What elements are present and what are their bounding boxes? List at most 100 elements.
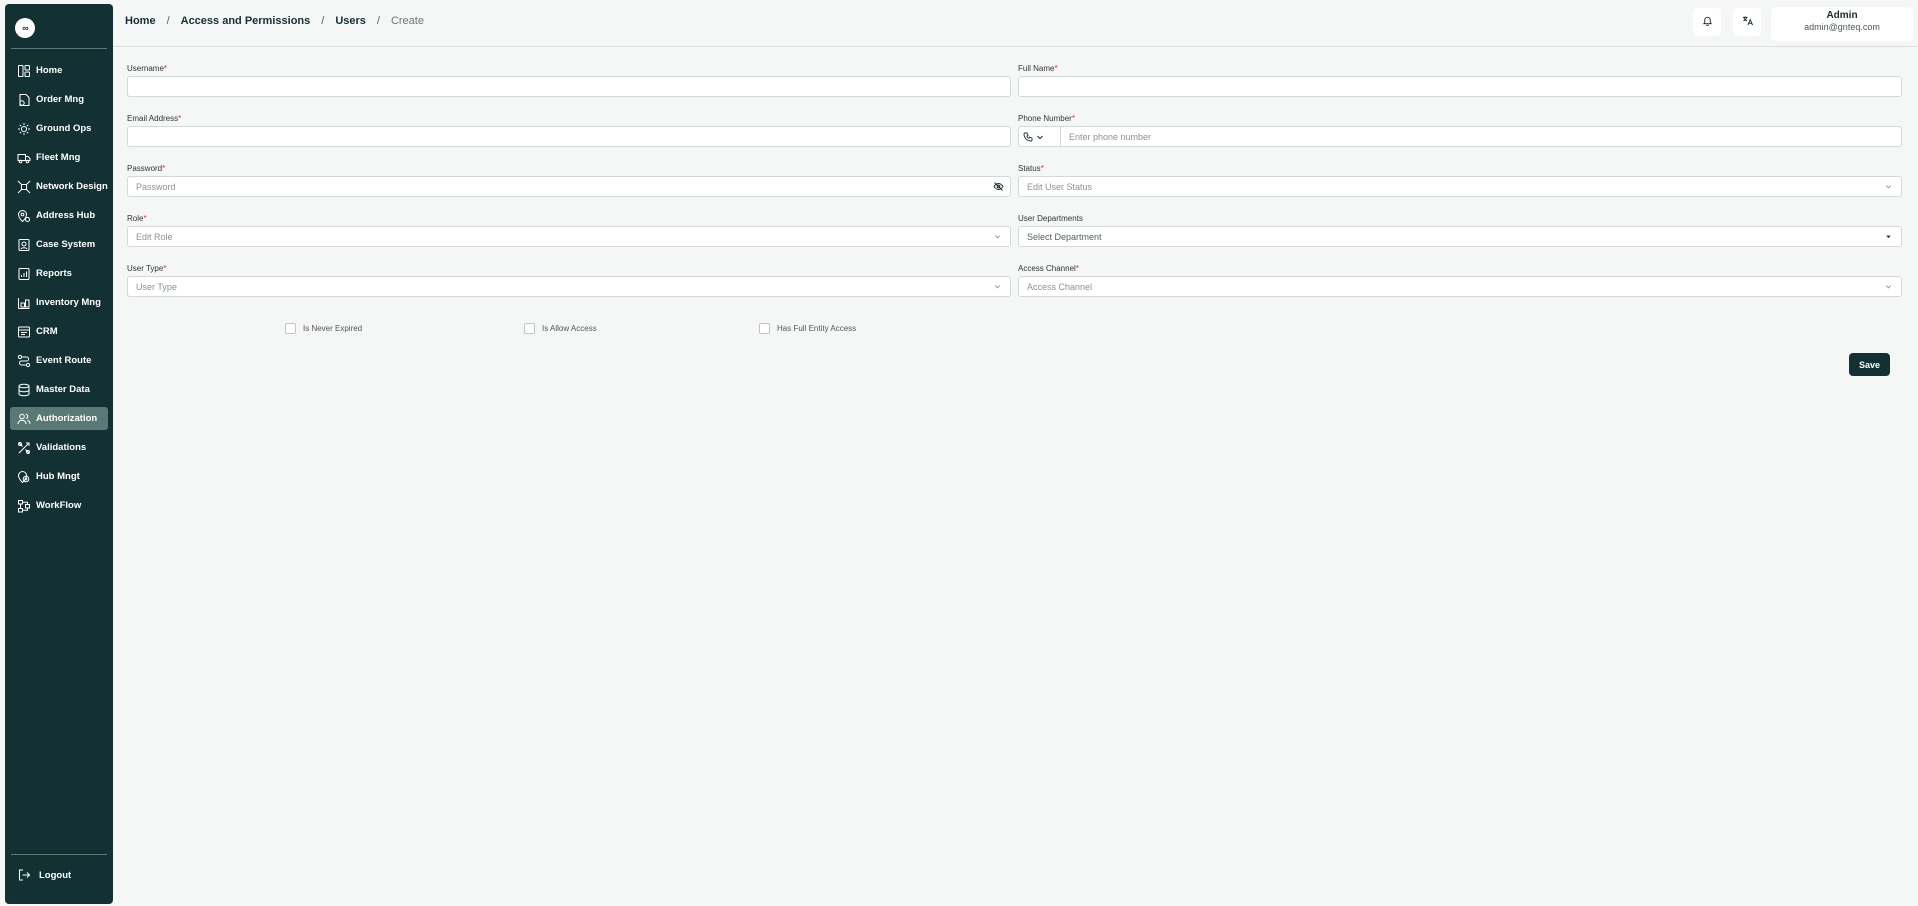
checkbox-label: Has Full Entity Access [777, 324, 857, 333]
required-mark: * [162, 164, 166, 173]
sidebar-item-hub-mngt[interactable]: Hub Mngt [10, 465, 108, 488]
sidebar-divider [11, 48, 107, 49]
username-field: Username* [127, 64, 1011, 97]
breadcrumb-current: Create [390, 15, 424, 27]
password-placeholder: Password [136, 181, 176, 192]
sidebar-item-case-system[interactable]: Case System [10, 233, 108, 256]
breadcrumb-users[interactable]: Users [335, 15, 366, 27]
email-label: Email Address* [127, 114, 182, 123]
never-expired-checkbox[interactable]: Is Never Expired [285, 323, 362, 334]
full-name-input[interactable] [1018, 76, 1902, 97]
role-select[interactable]: Edit Role [127, 226, 1011, 247]
phone-icon [1023, 132, 1033, 141]
breadcrumb-separator: / [166, 15, 170, 27]
username-label: Username* [127, 64, 168, 73]
breadcrumb-access-permissions[interactable]: Access and Permissions [181, 15, 311, 27]
sidebar-item-workflow[interactable]: WorkFlow [10, 494, 108, 517]
phone-field: Phone Number* Enter phone number [1018, 114, 1902, 147]
eye-off-icon[interactable] [993, 181, 1004, 192]
sidebar-item-reports[interactable]: Reports [10, 262, 108, 285]
bell-icon [1702, 13, 1713, 31]
checkbox-box[interactable] [285, 323, 296, 334]
sidebar-item-event-route[interactable]: Event Route [10, 349, 108, 372]
top-header: Home / Access and Permissions / Users / … [113, 0, 1918, 47]
access-channel-select[interactable]: Access Channel [1018, 276, 1902, 297]
full-name-label: Full Name* [1018, 64, 1058, 73]
department-placeholder: Select Department [1027, 231, 1102, 242]
email-input[interactable] [127, 126, 1011, 147]
case-icon [17, 238, 31, 252]
sidebar-item-fleet-mng[interactable]: Fleet Mng [10, 146, 108, 169]
user-type-select[interactable]: User Type [127, 276, 1011, 297]
required-mark: * [163, 64, 168, 73]
sidebar-item-authorization[interactable]: Authorization [10, 407, 108, 430]
sidebar-item-label: WorkFlow [36, 500, 82, 511]
logout-button[interactable]: Logout [17, 868, 71, 882]
sidebar-item-validations[interactable]: Validations [10, 436, 108, 459]
password-input[interactable]: Password [127, 176, 1011, 197]
role-field: Role* Edit Role [127, 214, 1011, 247]
workflow-icon [17, 499, 31, 513]
translate-icon [1742, 13, 1753, 31]
required-mark: * [1040, 164, 1044, 173]
sidebar-item-label: Validations [36, 442, 87, 453]
required-mark: * [143, 214, 147, 223]
department-select[interactable]: Select Department [1018, 226, 1902, 247]
breadcrumb-separator: / [376, 15, 380, 27]
role-placeholder: Edit Role [136, 231, 173, 242]
user-menu[interactable]: Admin admin@gnteq.com [1771, 7, 1913, 41]
validation-icon [17, 441, 31, 455]
role-label: Role* [127, 214, 147, 223]
access-channel-label: Access Channel* [1018, 264, 1079, 273]
sidebar-item-order-mng[interactable]: Order Mng [10, 88, 108, 111]
checkbox-box[interactable] [759, 323, 770, 334]
country-code-select[interactable] [1021, 127, 1061, 146]
logo[interactable]: ∞ [15, 18, 35, 38]
sidebar-item-label: Address Hub [36, 210, 96, 221]
ground-ops-icon [17, 122, 31, 136]
sidebar-item-home[interactable]: Home [10, 59, 108, 82]
allow-access-checkbox[interactable]: Is Allow Access [524, 323, 597, 334]
checkbox-box[interactable] [524, 323, 535, 334]
sidebar-item-network-design[interactable]: Network Design [10, 175, 108, 198]
sidebar-item-ground-ops[interactable]: Ground Ops [10, 117, 108, 140]
full-entity-access-checkbox[interactable]: Has Full Entity Access [759, 323, 856, 334]
breadcrumb-home[interactable]: Home [125, 15, 156, 27]
email-field: Email Address* [127, 114, 1011, 147]
sidebar-item-label: Ground Ops [36, 123, 92, 134]
dashboard-icon [17, 64, 31, 78]
inventory-icon [17, 296, 31, 310]
access-channel-field: Access Channel* Access Channel [1018, 264, 1902, 297]
departments-field: User Departments Select Department [1018, 214, 1902, 247]
status-select[interactable]: Edit User Status [1018, 176, 1902, 197]
chevron-down-icon [1884, 182, 1893, 191]
hub-icon [17, 470, 31, 484]
sidebar-item-inventory-mng[interactable]: Inventory Mng [10, 291, 108, 314]
logo-mark: ∞ [22, 23, 29, 33]
save-button[interactable]: Save [1849, 353, 1890, 376]
chevron-down-icon [1884, 282, 1893, 291]
language-button[interactable] [1733, 8, 1761, 36]
sidebar-item-label: Event Route [36, 355, 92, 366]
users-icon [17, 412, 31, 426]
sidebar-item-label: Authorization [36, 413, 98, 424]
checkbox-label: Is Never Expired [303, 324, 363, 333]
departments-label: User Departments [1018, 214, 1083, 223]
phone-label: Phone Number* [1018, 114, 1075, 123]
phone-input[interactable]: Enter phone number [1018, 126, 1902, 147]
sidebar-item-label: Master Data [36, 384, 90, 395]
required-mark: * [1054, 64, 1058, 73]
sidebar-nav: Home Order Mng Ground Ops Fleet Mng Netw… [10, 59, 108, 523]
password-field: Password* Password [127, 164, 1011, 197]
sidebar-item-label: Network Design [36, 181, 108, 192]
sidebar-item-master-data[interactable]: Master Data [10, 378, 108, 401]
breadcrumb: Home / Access and Permissions / Users / … [125, 15, 424, 27]
report-icon [17, 267, 31, 281]
sidebar-item-label: Inventory Mng [36, 297, 101, 308]
user-type-field: User Type* User Type [127, 264, 1011, 297]
notifications-button[interactable] [1693, 8, 1721, 36]
user-email: admin@gnteq.com [1804, 22, 1880, 32]
sidebar-divider [11, 854, 107, 855]
username-input[interactable] [127, 76, 1011, 97]
sidebar-item-address-hub[interactable]: Address Hub [10, 204, 108, 227]
